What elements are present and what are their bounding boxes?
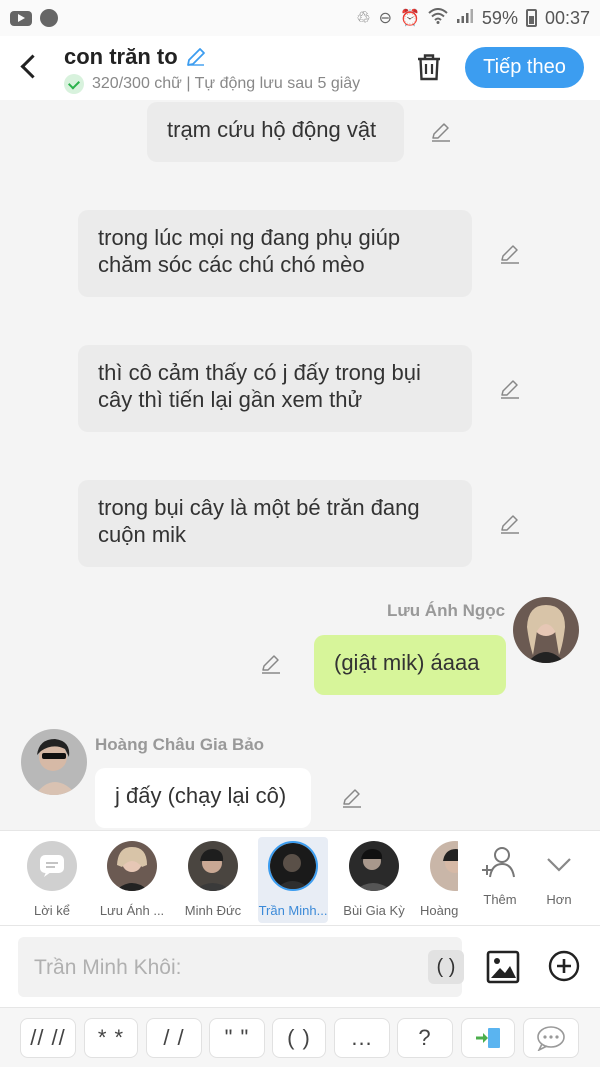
- edit-message-icon[interactable]: [260, 653, 282, 675]
- edit-message-icon[interactable]: [499, 378, 521, 400]
- quick-insert-bar: // // * * / / " " ( ) ... ?: [0, 1007, 600, 1067]
- message-text: trạm cứu hộ động vật: [167, 117, 377, 142]
- member-label: Trần Minh...: [258, 903, 328, 918]
- battery-percent: 59%: [481, 7, 518, 28]
- check-icon: [64, 74, 84, 94]
- add-icon[interactable]: [548, 950, 580, 982]
- browser-icon: [40, 9, 58, 27]
- member-label: Bùi Gia Kỳ: [343, 903, 405, 918]
- input-placeholder: Trần Minh Khôi:: [34, 956, 182, 979]
- edit-message-icon[interactable]: [430, 121, 452, 143]
- chip-double-slash[interactable]: // //: [20, 1018, 76, 1058]
- image-icon[interactable]: [486, 950, 520, 984]
- message-text: trong bụi cây là một bé trăn đang cuộn m…: [98, 495, 420, 547]
- autosave-status: 320/300 chữ | Tự động lưu sau 5 giây: [64, 74, 360, 94]
- wifi-icon: [428, 7, 448, 29]
- character-selector: Lời kể Lưu Ánh ... Minh Đức Trần Minh...…: [0, 830, 600, 925]
- story-header: con trăn to 320/300 chữ | Tự động lưu sa…: [0, 36, 600, 100]
- avatar[interactable]: [21, 729, 87, 795]
- message-input[interactable]: Trần Minh Khôi: ( ): [18, 937, 464, 997]
- story-title[interactable]: con trăn to: [64, 44, 208, 70]
- chip-ellipsis[interactable]: ...: [334, 1018, 390, 1058]
- back-button[interactable]: [18, 50, 41, 75]
- chat-bubble-icon: [537, 1026, 565, 1051]
- next-button[interactable]: Tiếp theo: [465, 47, 584, 88]
- enter-door-icon: [476, 1028, 500, 1048]
- no-disturb-icon: ⊖: [378, 10, 392, 27]
- sender-name: Lưu Ánh Ngọc: [387, 601, 506, 620]
- message-text: j đấy (chạy lại cô): [115, 783, 287, 808]
- member-label: Lưu Ánh ...: [99, 903, 165, 918]
- member-avatar: [107, 841, 157, 891]
- message-text: thì cô cảm thấy có j đấy trong bụi cây t…: [98, 360, 421, 412]
- recycle-icon: ♲: [356, 10, 371, 27]
- trash-icon[interactable]: [414, 52, 444, 82]
- autosave-text: 320/300 chữ | Tự động lưu sau 5 giây: [92, 75, 361, 92]
- narration-bubble[interactable]: trạm cứu hộ động vật: [147, 102, 404, 162]
- member-label: Hơn: [546, 892, 572, 907]
- narration-bubble[interactable]: trong lúc mọi ng đang phụ giúp chăm sóc …: [78, 210, 472, 297]
- battery-icon: [525, 9, 537, 27]
- member-avatar: [349, 841, 399, 891]
- narration-bubble[interactable]: trong bụi cây là một bé trăn đang cuộn m…: [78, 480, 472, 567]
- more-button[interactable]: Hơn: [523, 837, 595, 923]
- message-text: (giật mik) áaaa: [334, 650, 480, 675]
- chat-area: trạm cứu hộ động vật trong lúc mọi ng đa…: [0, 100, 600, 830]
- message-text: trong lúc mọi ng đang phụ giúp chăm sóc …: [98, 225, 401, 277]
- member-minh-duc[interactable]: Minh Đức: [175, 837, 251, 923]
- narrator-avatar: [27, 841, 77, 891]
- member-bui-gia-ky[interactable]: Bùi Gia Kỳ: [336, 837, 412, 923]
- add-person-icon: [482, 847, 515, 878]
- edit-message-icon[interactable]: [499, 243, 521, 265]
- member-avatar: [430, 841, 458, 891]
- status-bar: ♲ ⊖ ⏰ 59% 00:37: [0, 0, 600, 36]
- edit-message-icon[interactable]: [341, 787, 363, 809]
- chip-slashes[interactable]: / /: [146, 1018, 202, 1058]
- chip-question[interactable]: ?: [397, 1018, 453, 1058]
- chip-quotes[interactable]: " ": [209, 1018, 265, 1058]
- member-tran-minh-khoi[interactable]: Trần Minh...: [258, 837, 328, 923]
- chip-enter[interactable]: [461, 1018, 515, 1058]
- member-avatar: [268, 841, 318, 891]
- chevron-down-icon: [547, 858, 571, 872]
- member-luu-anh-ngoc[interactable]: Lưu Ánh ...: [94, 837, 170, 923]
- member-narrator[interactable]: Lời kể: [14, 837, 90, 923]
- member-avatar: [188, 841, 238, 891]
- character-bubble[interactable]: j đấy (chạy lại cô): [95, 768, 311, 828]
- alarm-icon: ⏰: [400, 10, 420, 27]
- sender-name: Hoàng Châu Gia Bảo: [95, 735, 265, 754]
- chip-asterisks[interactable]: * *: [84, 1018, 138, 1058]
- chip-chat[interactable]: [523, 1018, 579, 1058]
- status-left: [10, 9, 58, 27]
- member-label: Hoàng: [420, 903, 458, 918]
- speech-bubble-icon: [40, 855, 64, 877]
- youtube-icon: [10, 10, 32, 26]
- character-bubble[interactable]: (giật mik) áaaa: [314, 635, 506, 695]
- signal-icon: [456, 8, 474, 29]
- member-hoang[interactable]: Hoàng: [414, 837, 458, 923]
- avatar[interactable]: [513, 597, 579, 663]
- clock: 00:37: [544, 7, 590, 28]
- member-label: Lời kể: [34, 903, 70, 918]
- story-title-text: con trăn to: [64, 44, 178, 69]
- chip-parens[interactable]: ( ): [272, 1018, 326, 1058]
- narration-bubble[interactable]: thì cô cảm thấy có j đấy trong bụi cây t…: [78, 345, 472, 432]
- edit-title-icon[interactable]: [184, 45, 208, 69]
- member-label: Minh Đức: [184, 903, 242, 918]
- paren-insert-button[interactable]: ( ): [428, 950, 464, 984]
- composer: Trần Minh Khôi: ( ): [0, 925, 600, 1007]
- status-right: ♲ ⊖ ⏰ 59% 00:37: [356, 8, 590, 29]
- edit-message-icon[interactable]: [499, 513, 521, 535]
